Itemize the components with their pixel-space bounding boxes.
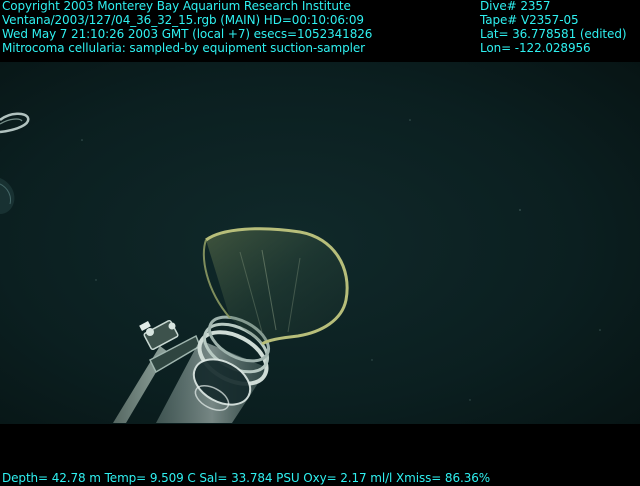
overlay-latitude: Lat= 36.778581 (edited) <box>480 27 627 41</box>
overlay-copyright: Copyright 2003 Monterey Bay Aquarium Res… <box>2 0 351 13</box>
overlay-annotation-line: Mitrocoma cellularia: sampled-by equipme… <box>2 41 366 55</box>
video-frame: Copyright 2003 Monterey Bay Aquarium Res… <box>0 0 640 486</box>
overlay-tape: Tape# V2357-05 <box>480 13 579 27</box>
underwater-scene <box>0 62 640 424</box>
overlay-source-line: Ventana/2003/127/04_36_32_15.rgb (MAIN) … <box>2 13 364 27</box>
overlay-longitude: Lon= -122.028956 <box>480 41 591 55</box>
overlay-time-line: Wed May 7 21:10:26 2003 GMT (local +7) e… <box>2 27 373 41</box>
overlay-dive: Dive# 2357 <box>480 0 551 13</box>
overlay-sensor-readings: Depth= 42.78 m Temp= 9.509 C Sal= 33.784… <box>2 471 491 485</box>
